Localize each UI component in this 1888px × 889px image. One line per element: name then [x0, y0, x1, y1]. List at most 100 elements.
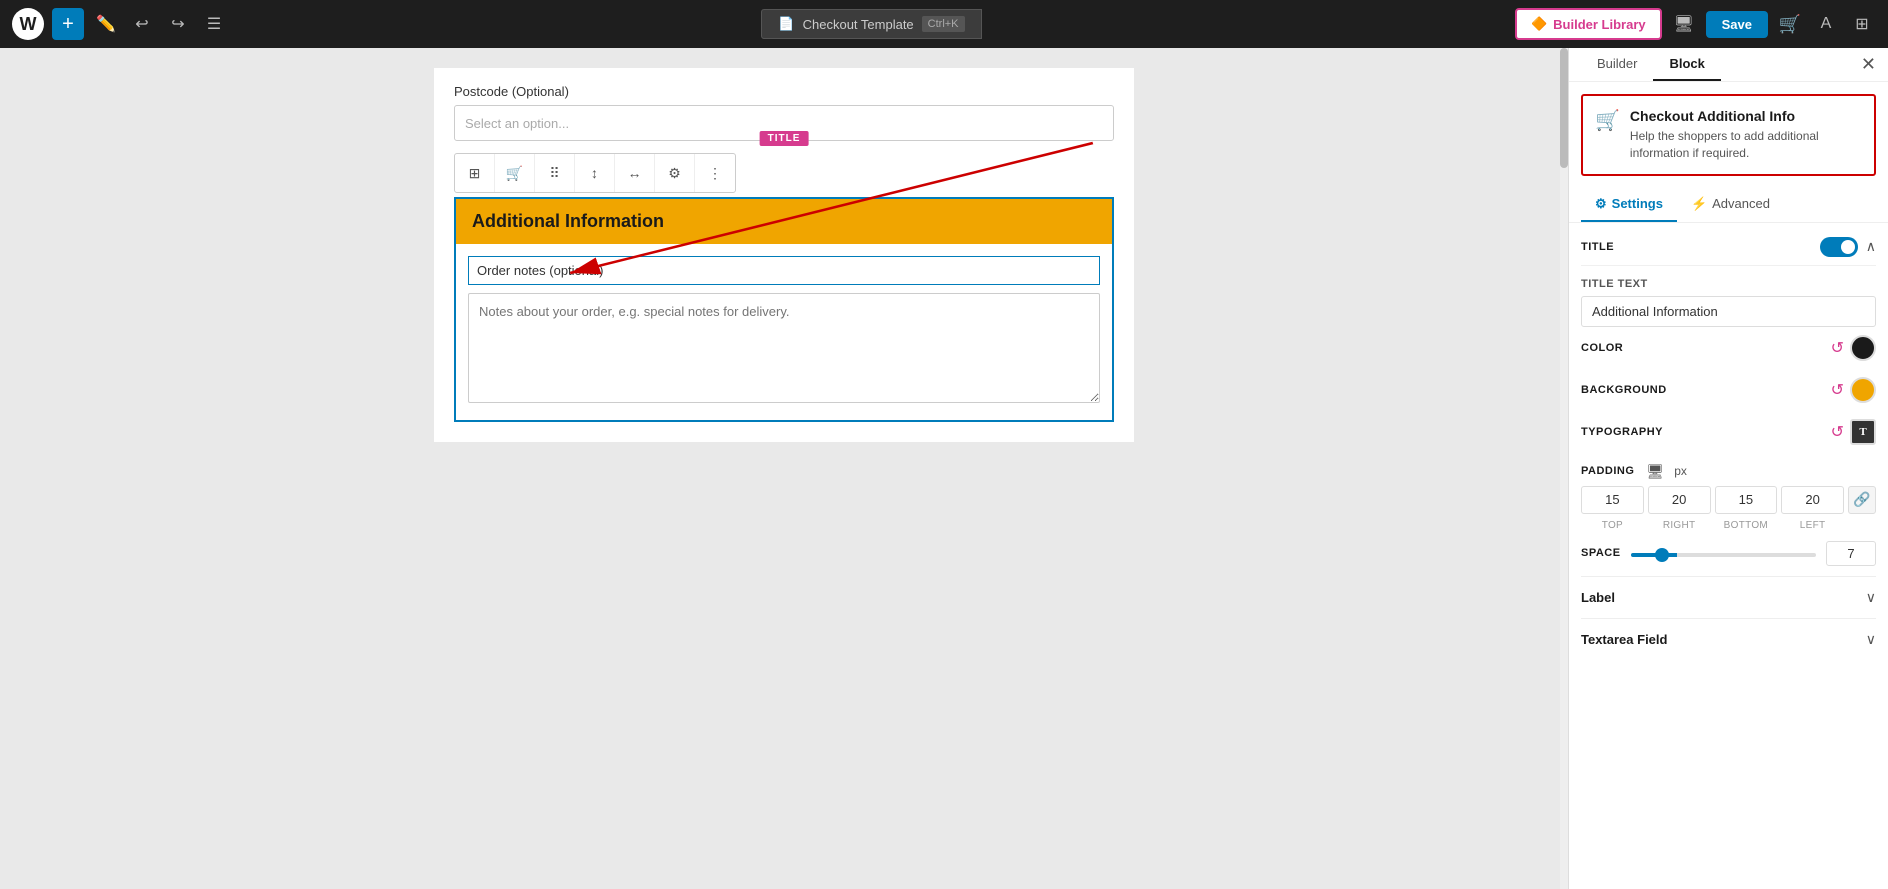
- padding-inputs-row: TOP RIGHT BOTTOM LEFT 🔗: [1581, 486, 1876, 531]
- panel-body: Title ∧ TITLE TEXT COLOR ↺ BACKGROUND: [1569, 223, 1888, 889]
- background-picker[interactable]: [1850, 377, 1876, 403]
- redo-button[interactable]: ↪: [164, 10, 192, 38]
- postcode-placeholder: Select an option...: [465, 116, 569, 131]
- save-label: Save: [1722, 17, 1752, 32]
- toolbar-drag-button[interactable]: ⠿: [535, 154, 575, 192]
- wp-logo-text: W: [20, 14, 37, 35]
- toolbar-more-button[interactable]: ⋮: [695, 154, 735, 192]
- left-sublabel: LEFT: [1781, 520, 1844, 531]
- toolbar-cart-button[interactable]: 🛒: [495, 154, 535, 192]
- template-icon: 📄: [778, 16, 794, 32]
- padding-bottom-input[interactable]: [1720, 492, 1773, 507]
- padding-labels: TOP RIGHT BOTTOM LEFT: [1581, 518, 1844, 531]
- padding-grid-wrapper: TOP RIGHT BOTTOM LEFT: [1581, 486, 1844, 531]
- builder-library-button[interactable]: 🔶 Builder Library: [1515, 8, 1662, 40]
- info-card: 🛒 Checkout Additional Info Help the shop…: [1581, 94, 1876, 176]
- title-text-input[interactable]: [1581, 296, 1876, 327]
- padding-top-input[interactable]: [1586, 492, 1639, 507]
- typography-actions: ↺ T: [1831, 419, 1876, 445]
- padding-device-icon[interactable]: 🖥: [1646, 463, 1664, 480]
- postcode-label: Postcode (Optional): [454, 68, 1114, 99]
- background-reset-button[interactable]: ↺: [1831, 380, 1844, 400]
- right-sublabel: RIGHT: [1648, 520, 1711, 531]
- typography-reset-button[interactable]: ↺: [1831, 422, 1844, 442]
- settings-advanced-tabs: ⚙ Settings ⚡ Advanced: [1569, 188, 1888, 223]
- order-notes-label: Order notes (optional): [468, 256, 1100, 285]
- builder-lib-icon: 🔶: [1531, 16, 1547, 32]
- preview-desktop-button[interactable]: 🖥: [1670, 10, 1698, 38]
- tab-builder[interactable]: Builder: [1581, 48, 1653, 81]
- padding-right-input[interactable]: [1653, 492, 1706, 507]
- builder-lib-label: Builder Library: [1553, 17, 1645, 32]
- scrollbar-track[interactable]: [1560, 48, 1568, 889]
- toolbar-columns-button[interactable]: ⊞: [455, 154, 495, 192]
- additional-info-block: Additional Information Order notes (opti…: [454, 197, 1114, 422]
- additional-info-body: Order notes (optional): [456, 244, 1112, 420]
- label-chevron-icon[interactable]: ∨: [1866, 589, 1876, 606]
- background-label: BACKGROUND: [1581, 384, 1667, 396]
- space-row: SPACE: [1581, 531, 1876, 576]
- title-section-row: Title ∧: [1581, 223, 1876, 266]
- info-card-icon: 🛒: [1595, 108, 1620, 133]
- info-card-description: Help the shoppers to add additional info…: [1630, 128, 1862, 162]
- block-toolbar-wrapper: TITLE ⊞ 🛒 ⠿ ↕ ↔ ⚙ ⋮: [454, 153, 1114, 193]
- settings-icon: ⚙: [1595, 196, 1607, 212]
- toolbar-width-button[interactable]: ↔: [615, 154, 655, 192]
- space-slider-wrapper: [1631, 544, 1816, 562]
- edit-icon-button[interactable]: ✏️: [92, 10, 120, 38]
- background-actions: ↺: [1831, 377, 1876, 403]
- astra-icon-button[interactable]: A: [1812, 10, 1840, 38]
- color-picker[interactable]: [1850, 335, 1876, 361]
- order-notes-textarea[interactable]: [468, 293, 1100, 403]
- woocommerce-icon-button[interactable]: 🛒: [1776, 10, 1804, 38]
- padding-left-cell: [1781, 486, 1844, 514]
- main-layout: Postcode (Optional) Select an option... …: [0, 48, 1888, 889]
- padding-label: PADDING: [1581, 465, 1634, 477]
- save-button[interactable]: Save: [1706, 11, 1768, 38]
- title-section-label: Title: [1581, 241, 1614, 253]
- padding-left-input[interactable]: [1786, 492, 1839, 507]
- color-reset-button[interactable]: ↺: [1831, 338, 1844, 358]
- color-actions: ↺: [1831, 335, 1876, 361]
- tab-settings[interactable]: ⚙ Settings: [1581, 188, 1677, 222]
- template-button[interactable]: 📄 Checkout Template Ctrl+K: [761, 9, 981, 39]
- panel-close-button[interactable]: ✕: [1861, 54, 1876, 75]
- scrollbar-thumb[interactable]: [1560, 48, 1568, 168]
- canvas-area: Postcode (Optional) Select an option... …: [0, 48, 1568, 889]
- typography-picker[interactable]: T: [1850, 419, 1876, 445]
- background-row: BACKGROUND ↺: [1581, 369, 1876, 411]
- block-toolbar: ⊞ 🛒 ⠿ ↕ ↔ ⚙ ⋮: [454, 153, 736, 193]
- title-chevron-icon[interactable]: ∧: [1866, 238, 1876, 255]
- padding-lock-button[interactable]: 🔗: [1848, 486, 1876, 514]
- space-slider[interactable]: [1631, 553, 1816, 557]
- padding-right-cell: [1648, 486, 1711, 514]
- padding-top-cell: [1581, 486, 1644, 514]
- tab-advanced[interactable]: ⚡ Advanced: [1677, 188, 1784, 222]
- space-label: SPACE: [1581, 547, 1621, 559]
- textarea-chevron-icon[interactable]: ∨: [1866, 631, 1876, 648]
- layout-icon-button[interactable]: ⊞: [1848, 10, 1876, 38]
- typo-icon: T: [1859, 426, 1866, 438]
- wordpress-logo[interactable]: W: [12, 8, 44, 40]
- color-label: COLOR: [1581, 342, 1623, 354]
- textarea-section-title: Textarea Field: [1581, 632, 1667, 647]
- undo-button[interactable]: ↩: [128, 10, 156, 38]
- top-bar-right: 🔶 Builder Library 🖥 Save 🛒 A ⊞: [1515, 8, 1876, 40]
- top-sublabel: TOP: [1581, 520, 1644, 531]
- list-view-button[interactable]: ☰: [200, 10, 228, 38]
- color-row: COLOR ↺: [1581, 327, 1876, 369]
- textarea-section: Textarea Field ∨: [1581, 618, 1876, 660]
- padding-grid: [1581, 486, 1844, 514]
- label-section-header[interactable]: Label ∨: [1581, 589, 1876, 606]
- toolbar-move-button[interactable]: ↕: [575, 154, 615, 192]
- additional-info-title: Additional Information: [472, 211, 664, 231]
- add-block-button[interactable]: +: [52, 8, 84, 40]
- toolbar-settings-button[interactable]: ⚙: [655, 154, 695, 192]
- space-value-input[interactable]: [1826, 541, 1876, 566]
- textarea-section-header[interactable]: Textarea Field ∨: [1581, 631, 1876, 648]
- right-panel: Builder Block ✕ 🛒 Checkout Additional In…: [1568, 48, 1888, 889]
- title-toggle[interactable]: [1820, 237, 1858, 257]
- top-bar-left: W + ✏️ ↩ ↪ ☰: [12, 8, 228, 40]
- tab-block[interactable]: Block: [1653, 48, 1720, 81]
- bottom-sublabel: BOTTOM: [1715, 520, 1778, 531]
